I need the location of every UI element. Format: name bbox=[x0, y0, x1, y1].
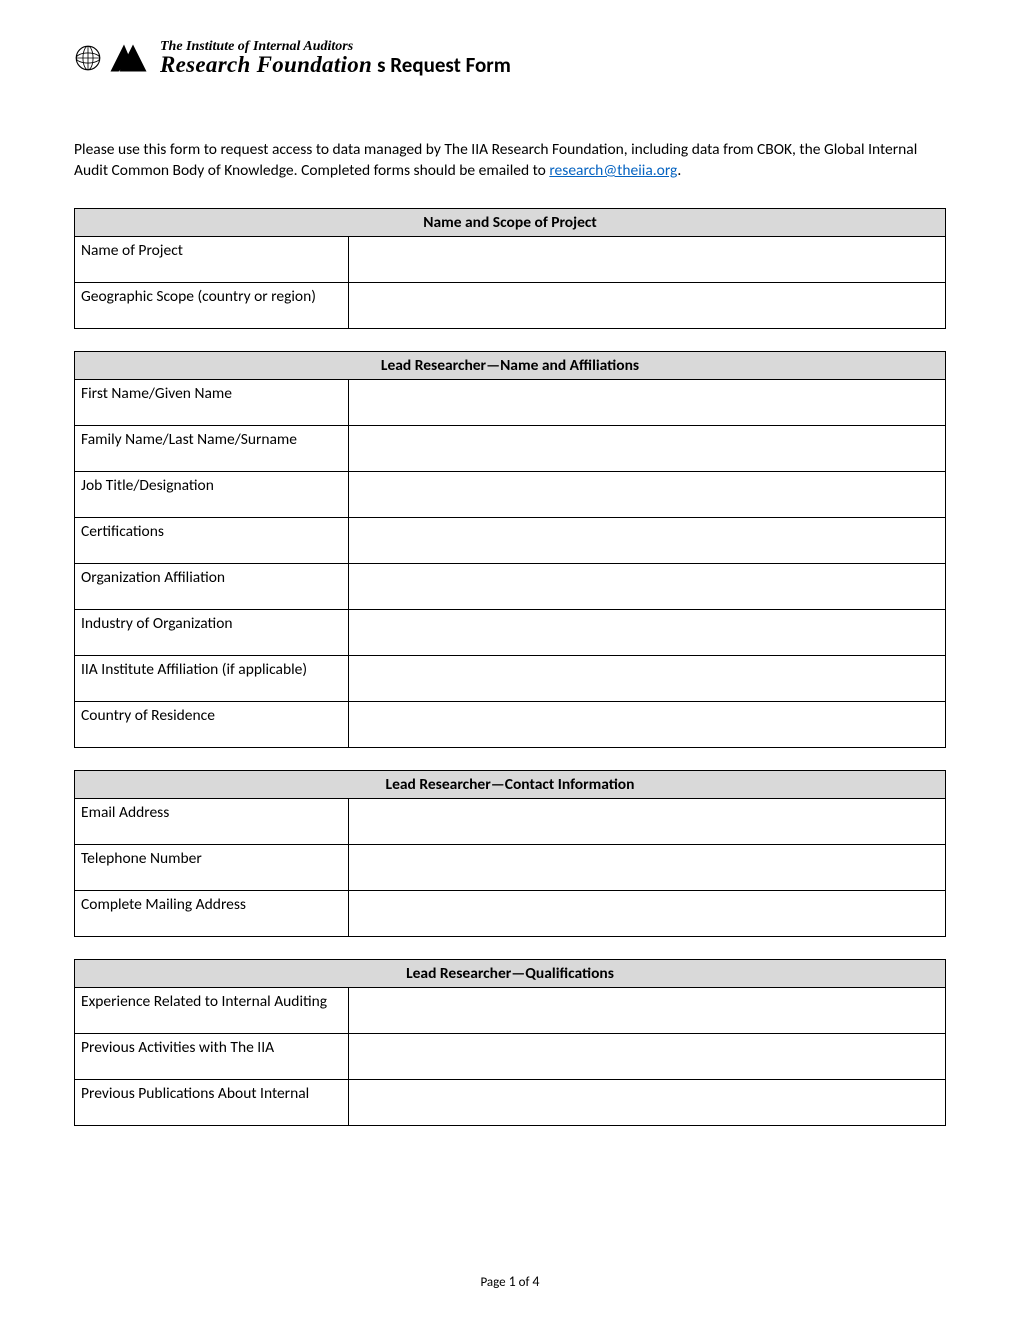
label-family-name: Family Name/Last Name/Surname bbox=[75, 425, 349, 471]
intro-text1: Please use this form to request access t… bbox=[74, 140, 917, 180]
iia-triangle-icon bbox=[110, 40, 156, 76]
table-row: Job Title/Designation bbox=[75, 471, 946, 517]
input-family-name[interactable] bbox=[349, 425, 946, 471]
label-geo-scope: Geographic Scope (country or region) bbox=[75, 282, 349, 328]
input-job-title[interactable] bbox=[349, 471, 946, 517]
logo-line2: Research Foundation bbox=[160, 53, 372, 76]
table-row: Telephone Number bbox=[75, 844, 946, 890]
label-iia-affiliation: IIA Institute Affiliation (if applicable… bbox=[75, 655, 349, 701]
section4-heading: Lead Researcher—Qualifications bbox=[75, 959, 946, 987]
input-country[interactable] bbox=[349, 701, 946, 747]
globe-icon bbox=[74, 44, 102, 72]
section-qualifications: Lead Researcher—Qualifications Experienc… bbox=[74, 959, 946, 1126]
page-title-suffix: s Request Form bbox=[377, 52, 511, 78]
label-certifications: Certifications bbox=[75, 517, 349, 563]
page-footer: Page 1 of 4 bbox=[0, 1273, 1020, 1290]
section3-heading: Lead Researcher—Contact Information bbox=[75, 770, 946, 798]
footer-total-pages: 4 bbox=[532, 1273, 539, 1290]
footer-of: of bbox=[516, 1275, 533, 1290]
document-header: The Institute of Internal Auditors Resea… bbox=[74, 38, 946, 78]
email-link[interactable]: research@theiia.org bbox=[549, 161, 677, 180]
input-experience[interactable] bbox=[349, 987, 946, 1033]
label-phone: Telephone Number bbox=[75, 844, 349, 890]
label-experience: Experience Related to Internal Auditing bbox=[75, 987, 349, 1033]
footer-prefix: Page bbox=[480, 1275, 508, 1290]
input-prev-activities[interactable] bbox=[349, 1033, 946, 1079]
table-row: Organization Affiliation bbox=[75, 563, 946, 609]
intro-paragraph: Please use this form to request access t… bbox=[74, 140, 946, 182]
label-project-name: Name of Project bbox=[75, 236, 349, 282]
input-email[interactable] bbox=[349, 798, 946, 844]
label-publications: Previous Publications About Internal bbox=[75, 1079, 349, 1125]
logo-text: The Institute of Internal Auditors Resea… bbox=[160, 40, 372, 76]
input-org-affiliation[interactable] bbox=[349, 563, 946, 609]
input-certifications[interactable] bbox=[349, 517, 946, 563]
table-row: IIA Institute Affiliation (if applicable… bbox=[75, 655, 946, 701]
input-industry[interactable] bbox=[349, 609, 946, 655]
table-row: Country of Residence bbox=[75, 701, 946, 747]
table-row: Geographic Scope (country or region) bbox=[75, 282, 946, 328]
table-row: Complete Mailing Address bbox=[75, 890, 946, 936]
input-geo-scope[interactable] bbox=[349, 282, 946, 328]
table-row: Previous Activities with The IIA bbox=[75, 1033, 946, 1079]
label-prev-activities: Previous Activities with The IIA bbox=[75, 1033, 349, 1079]
input-phone[interactable] bbox=[349, 844, 946, 890]
table-row: Email Address bbox=[75, 798, 946, 844]
label-org-affiliation: Organization Affiliation bbox=[75, 563, 349, 609]
table-row: Previous Publications About Internal bbox=[75, 1079, 946, 1125]
input-publications[interactable] bbox=[349, 1079, 946, 1125]
table-row: Family Name/Last Name/Surname bbox=[75, 425, 946, 471]
input-project-name[interactable] bbox=[349, 236, 946, 282]
table-row: Experience Related to Internal Auditing bbox=[75, 987, 946, 1033]
label-job-title: Job Title/Designation bbox=[75, 471, 349, 517]
section2-heading: Lead Researcher—Name and Affiliations bbox=[75, 351, 946, 379]
footer-current-page: 1 bbox=[509, 1273, 516, 1290]
input-iia-affiliation[interactable] bbox=[349, 655, 946, 701]
table-row: Industry of Organization bbox=[75, 609, 946, 655]
section-name-scope: Name and Scope of Project Name of Projec… bbox=[74, 208, 946, 329]
input-first-name[interactable] bbox=[349, 379, 946, 425]
table-row: Certifications bbox=[75, 517, 946, 563]
section1-heading: Name and Scope of Project bbox=[75, 208, 946, 236]
input-mailing-address[interactable] bbox=[349, 890, 946, 936]
label-mailing-address: Complete Mailing Address bbox=[75, 890, 349, 936]
section-contact-info: Lead Researcher—Contact Information Emai… bbox=[74, 770, 946, 937]
label-email: Email Address bbox=[75, 798, 349, 844]
section-lead-researcher-name: Lead Researcher—Name and Affiliations Fi… bbox=[74, 351, 946, 748]
label-industry: Industry of Organization bbox=[75, 609, 349, 655]
table-row: Name of Project bbox=[75, 236, 946, 282]
table-row: First Name/Given Name bbox=[75, 379, 946, 425]
label-first-name: First Name/Given Name bbox=[75, 379, 349, 425]
intro-text2: . bbox=[677, 161, 681, 180]
label-country: Country of Residence bbox=[75, 701, 349, 747]
